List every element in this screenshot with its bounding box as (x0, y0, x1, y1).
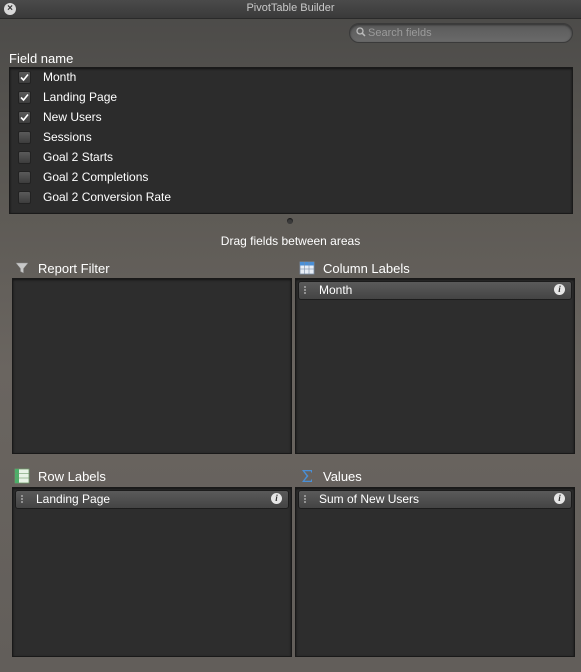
field-list: Month Landing Page New Users Sessions Go… (9, 67, 573, 214)
filter-icon (15, 262, 29, 274)
drag-handle-icon[interactable] (303, 285, 307, 295)
field-name-header: Field name (9, 51, 74, 66)
field-checkbox-month[interactable] (18, 71, 31, 84)
report-filter-header: Report Filter (14, 260, 284, 278)
field-label: Landing Page (43, 90, 118, 104)
field-row-goal-2-conversion-rate[interactable]: Goal 2 Conversion Rate (10, 188, 572, 208)
drag-hint: Drag fields between areas (220, 234, 361, 248)
field-label: Month (43, 70, 77, 84)
column-labels-area[interactable]: Month i (295, 278, 575, 454)
values-item-label: Sum of New Users (319, 492, 420, 506)
checkmark-icon (20, 113, 29, 122)
column-labels-label: Column Labels (323, 261, 410, 276)
field-checkbox-goal-2-completions[interactable] (18, 171, 31, 184)
report-filter-label: Report Filter (38, 261, 110, 276)
window-title: PivotTable Builder (246, 2, 335, 14)
field-row-landing-page[interactable]: Landing Page (10, 88, 572, 108)
row-labels-item-label: Landing Page (36, 492, 111, 506)
field-label: Goal 2 Conversion Rate (43, 190, 172, 204)
field-checkbox-goal-2-starts[interactable] (18, 151, 31, 164)
field-checkbox-new-users[interactable] (18, 111, 31, 124)
field-label: Goal 2 Completions (43, 170, 149, 184)
field-label: New Users (43, 110, 102, 124)
column-labels-icon (299, 261, 315, 275)
row-labels-item[interactable]: Landing Page i (15, 490, 289, 509)
row-labels-area[interactable]: Landing Page i (12, 487, 292, 657)
drag-handle-icon[interactable] (20, 494, 24, 504)
column-labels-item[interactable]: Month i (298, 281, 572, 300)
row-labels-icon (14, 468, 30, 484)
field-checkbox-goal-2-conversion-rate[interactable] (18, 191, 31, 204)
field-row-new-users[interactable]: New Users (10, 108, 572, 128)
search-icon (356, 27, 366, 37)
splitter-handle[interactable] (287, 218, 293, 224)
info-icon[interactable]: i (554, 493, 565, 504)
field-row-month[interactable]: Month (10, 68, 572, 88)
title-bar: × PivotTable Builder (0, 0, 581, 19)
info-icon[interactable]: i (271, 493, 282, 504)
info-icon[interactable]: i (554, 284, 565, 295)
field-row-sessions[interactable]: Sessions (10, 128, 572, 148)
report-filter-area[interactable] (12, 278, 292, 454)
row-labels-header: Row Labels (14, 468, 284, 486)
checkmark-icon (20, 73, 29, 82)
search-field[interactable] (349, 23, 573, 43)
field-row-goal-2-starts[interactable]: Goal 2 Starts (10, 148, 572, 168)
values-area[interactable]: Sum of New Users i (295, 487, 575, 657)
checkmark-icon (20, 93, 29, 102)
field-row-goal-2-completions[interactable]: Goal 2 Completions (10, 168, 572, 188)
values-label: Values (323, 469, 362, 484)
values-header: Values (299, 468, 569, 486)
sigma-icon (302, 470, 312, 482)
column-labels-item-label: Month (319, 283, 353, 297)
field-checkbox-landing-page[interactable] (18, 91, 31, 104)
values-item[interactable]: Sum of New Users i (298, 490, 572, 509)
field-label: Goal 2 Starts (43, 150, 114, 164)
column-labels-header: Column Labels (299, 260, 569, 278)
search-input[interactable] (368, 25, 563, 41)
drag-handle-icon[interactable] (303, 494, 307, 504)
row-labels-label: Row Labels (38, 469, 106, 484)
field-checkbox-sessions[interactable] (18, 131, 31, 144)
field-label: Sessions (43, 130, 92, 144)
